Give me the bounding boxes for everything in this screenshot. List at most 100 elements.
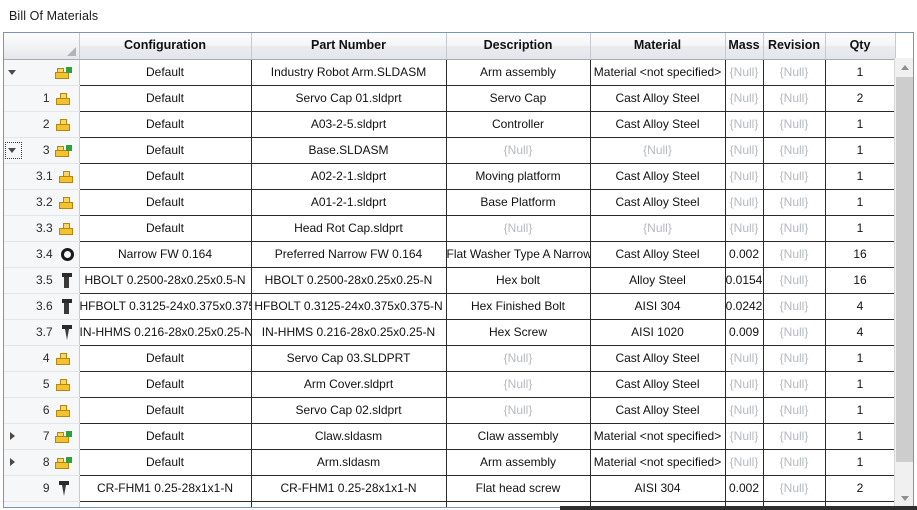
row-header-cell[interactable]: 10: [4, 501, 80, 507]
cell-revision[interactable]: {Null}: [763, 137, 826, 164]
cell-revision[interactable]: {Null}: [763, 371, 826, 398]
cell-mass[interactable]: {Null}: [725, 137, 764, 164]
row-header-cell[interactable]: 3.3: [4, 215, 80, 242]
cell-part-number[interactable]: IN-HHMS 0.216-28x0.25x0.25-N: [251, 319, 447, 346]
table-row[interactable]: 7 Default Claw.sldasm Claw assembly Material…: [4, 423, 896, 450]
column-header-part-number[interactable]: Part Number: [251, 33, 447, 60]
cell-material[interactable]: {Null}: [590, 215, 726, 242]
row-header-cell[interactable]: 5: [4, 371, 80, 398]
cell-mass[interactable]: 0.009: [725, 319, 764, 346]
cell-revision[interactable]: {Null}: [763, 85, 826, 112]
cell-part-number[interactable]: A03-2-5.sldprt: [251, 111, 447, 138]
cell-part-number[interactable]: Servo Cap 03.SLDPRT: [251, 345, 447, 372]
cell-qty[interactable]: 1: [825, 111, 896, 138]
cell-material[interactable]: Material <not specified>: [590, 423, 726, 450]
cell-mass[interactable]: {Null}: [725, 85, 764, 112]
cell-part-number[interactable]: Servo Cap 01.sldprt: [251, 85, 447, 112]
cell-mass[interactable]: {Null}: [725, 423, 764, 450]
table-row[interactable]: 3.5 HBOLT 0.2500-28x0.25x0.5-N HBOLT 0.250…: [4, 267, 896, 294]
cell-material[interactable]: AISI 1020: [590, 319, 726, 346]
column-header-material[interactable]: Material: [590, 33, 726, 60]
row-header-cell[interactable]: 3.4: [4, 241, 80, 268]
cell-qty[interactable]: 2: [825, 85, 896, 112]
cell-part-number[interactable]: Preferred Narrow FW 0.164: [251, 241, 447, 268]
table-row[interactable]: 2 Default A03-2-5.sldprt Controller Cast All…: [4, 111, 896, 138]
cell-part-number[interactable]: Claw.sldasm: [251, 423, 447, 450]
cell-part-number[interactable]: Arm Cover.sldprt: [251, 371, 447, 398]
cell-configuration[interactable]: Default: [79, 449, 252, 476]
table-row[interactable]: 1 Default Servo Cap 01.sldprt Servo Cap Cast…: [4, 85, 896, 112]
table-row[interactable]: 3 Default Base.SLDASM {Null} {Null} {Null} {Nu…: [4, 137, 896, 164]
cell-revision[interactable]: {Null}: [763, 215, 826, 242]
expand-arrow-icon[interactable]: [4, 450, 20, 475]
collapse-arrow-icon[interactable]: [4, 138, 22, 163]
cell-qty[interactable]: 1: [825, 215, 896, 242]
cell-mass[interactable]: {Null}: [725, 59, 764, 86]
cell-revision[interactable]: {Null}: [763, 293, 826, 320]
table-row[interactable]: 3.3 Default Head Rot Cap.sldprt {Null} {Null…: [4, 215, 896, 242]
cell-qty[interactable]: 1: [825, 371, 896, 398]
column-header-description[interactable]: Description: [446, 33, 591, 60]
vertical-scrollbar[interactable]: [894, 58, 913, 507]
expand-arrow-icon[interactable]: [4, 424, 20, 449]
cell-description[interactable]: Controller: [446, 111, 591, 138]
cell-part-number[interactable]: Arm.sldasm: [251, 449, 447, 476]
cell-qty[interactable]: 1: [825, 345, 896, 372]
cell-part-number[interactable]: [251, 501, 447, 507]
cell-configuration[interactable]: IN-HHMS 0.216-28x0.25x0.25-N: [79, 319, 252, 346]
table-row[interactable]: 5 Default Arm Cover.sldprt {Null} Cast Alloy…: [4, 371, 896, 398]
bom-table-scroll-region[interactable]: Configuration Part Number Description Ma…: [4, 33, 913, 507]
cell-revision[interactable]: {Null}: [763, 111, 826, 138]
cell-material[interactable]: Cast Alloy Steel: [590, 241, 726, 268]
cell-configuration[interactable]: [79, 501, 252, 507]
cell-mass[interactable]: {Null}: [725, 397, 764, 424]
table-row[interactable]: 9 CR-FHM1 0.25-28x1x1-N CR-FHM1 0.25-28x1x…: [4, 475, 896, 502]
cell-configuration[interactable]: Default: [79, 59, 252, 86]
cell-mass[interactable]: 0.0154: [725, 267, 764, 294]
cell-description[interactable]: Moving platform: [446, 163, 591, 190]
cell-revision[interactable]: {Null}: [763, 189, 826, 216]
cell-mass[interactable]: 0.002: [725, 475, 764, 502]
cell-revision[interactable]: {Null}: [763, 449, 826, 476]
row-header-cell[interactable]: 3.7: [4, 319, 80, 346]
cell-revision[interactable]: {Null}: [763, 319, 826, 346]
cell-material[interactable]: Cast Alloy Steel: [590, 345, 726, 372]
cell-qty[interactable]: 1: [825, 423, 896, 450]
cell-qty[interactable]: 1: [825, 137, 896, 164]
cell-mass[interactable]: {Null}: [725, 345, 764, 372]
cell-material[interactable]: Cast Alloy Steel: [590, 85, 726, 112]
cell-description[interactable]: Hex Screw: [446, 319, 591, 346]
cell-mass[interactable]: 0.0242: [725, 293, 764, 320]
cell-mass[interactable]: {Null}: [725, 215, 764, 242]
cell-description[interactable]: Flat head screw: [446, 475, 591, 502]
cell-configuration[interactable]: Default: [79, 85, 252, 112]
cell-revision[interactable]: {Null}: [763, 241, 826, 268]
row-header-cell[interactable]: 6: [4, 397, 80, 424]
cell-part-number[interactable]: Servo Cap 02.sldprt: [251, 397, 447, 424]
scroll-down-button[interactable]: [895, 489, 913, 507]
cell-configuration[interactable]: Default: [79, 371, 252, 398]
scroll-up-button[interactable]: [895, 58, 913, 76]
table-row[interactable]: 3.6 HFBOLT 0.3125-24x0.375x0.375-N HFBOLT …: [4, 293, 896, 320]
column-header-revision[interactable]: Revision: [763, 33, 826, 60]
cell-description[interactable]: Claw assembly: [446, 423, 591, 450]
cell-part-number[interactable]: CR-FHM1 0.25-28x1x1-N: [251, 475, 447, 502]
cell-qty[interactable]: 4: [825, 319, 896, 346]
cell-qty[interactable]: 16: [825, 267, 896, 294]
cell-qty[interactable]: 1: [825, 397, 896, 424]
cell-description[interactable]: Base Platform: [446, 189, 591, 216]
cell-configuration[interactable]: Default: [79, 189, 252, 216]
cell-mass[interactable]: 0.002: [725, 241, 764, 268]
column-header-configuration[interactable]: Configuration: [79, 33, 252, 60]
cell-qty[interactable]: 2: [825, 475, 896, 502]
cell-part-number[interactable]: HBOLT 0.2500-28x0.25x0.25-N: [251, 267, 447, 294]
cell-description[interactable]: {Null}: [446, 397, 591, 424]
row-header-cell[interactable]: 2: [4, 111, 80, 138]
cell-configuration[interactable]: Default: [79, 423, 252, 450]
cell-material[interactable]: Material <not specified>: [590, 449, 726, 476]
cell-configuration[interactable]: HFBOLT 0.3125-24x0.375x0.375-N: [79, 293, 252, 320]
cell-description[interactable]: {Null}: [446, 137, 591, 164]
cell-qty[interactable]: 1: [825, 59, 896, 86]
table-row[interactable]: 6 Default Servo Cap 02.sldprt {Null} Cast Al…: [4, 397, 896, 424]
cell-qty[interactable]: 4: [825, 293, 896, 320]
